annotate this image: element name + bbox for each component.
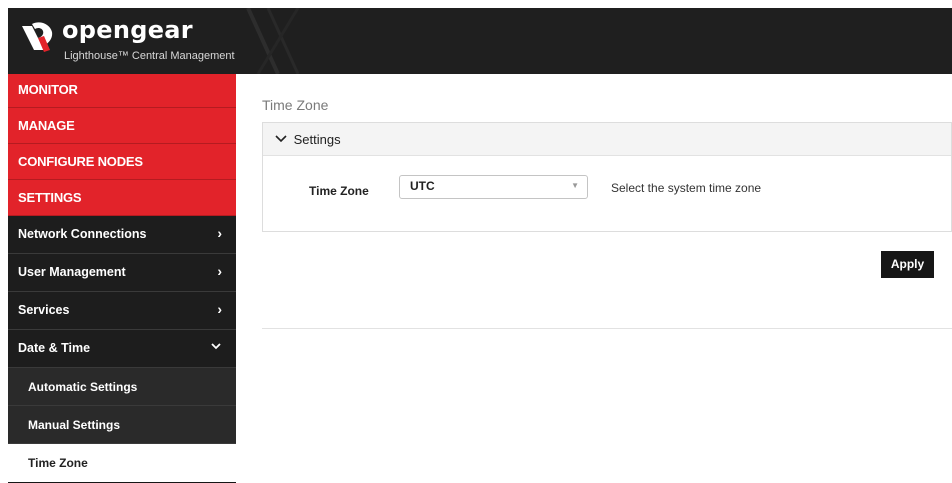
settings-panel-title: Settings xyxy=(293,132,341,147)
nav-settings[interactable]: SETTINGS xyxy=(8,180,236,216)
sidebar-subitem-automatic-settings[interactable]: Automatic Settings xyxy=(8,368,236,406)
nav-label: CONFIGURE NODES xyxy=(18,154,143,169)
select-arrow-icon: ▼ xyxy=(571,181,579,190)
sidebar-subitem-label: Time Zone xyxy=(28,456,88,470)
timezone-select-value: UTC xyxy=(410,179,435,193)
chevron-right-icon: › xyxy=(217,225,222,241)
opengear-logo[interactable]: opengear Lighthouse™ Central Management xyxy=(18,16,248,71)
opengear-logo-icon xyxy=(22,22,53,52)
brand-subtitle: Lighthouse™ Central Management xyxy=(64,50,235,62)
sidebar-subitem-label: Manual Settings xyxy=(28,418,121,432)
sidebar-subitem-time-zone[interactable]: Time Zone xyxy=(8,444,236,482)
sidebar-item-label: Services xyxy=(18,303,70,317)
chevron-right-icon: › xyxy=(217,301,222,317)
sidebar: MONITOR MANAGE CONFIGURE NODES SETTINGS … xyxy=(8,74,236,483)
chevron-down-svg xyxy=(211,343,221,350)
nav-manage[interactable]: MANAGE xyxy=(8,108,236,144)
apply-button[interactable]: Apply xyxy=(881,251,934,278)
sidebar-item-date-time[interactable]: Date & Time xyxy=(8,330,236,368)
sidebar-subitem-label: Automatic Settings xyxy=(28,380,138,394)
sidebar-item-label: Network Connections xyxy=(18,227,147,241)
chevron-right-icon: › xyxy=(217,263,222,279)
chevron-down-icon xyxy=(210,339,222,355)
content-divider xyxy=(262,328,952,329)
timezone-help-text: Select the system time zone xyxy=(611,181,762,195)
chevron-down-icon xyxy=(275,135,287,143)
timezone-select[interactable]: UTC ▼ xyxy=(399,175,588,199)
nav-label: SETTINGS xyxy=(18,190,82,205)
settings-panel: Settings Time Zone UTC ▼ Select the syst… xyxy=(262,122,952,232)
page-title: Time Zone xyxy=(262,97,329,113)
sidebar-subitem-manual-settings[interactable]: Manual Settings xyxy=(8,406,236,444)
sidebar-item-network-connections[interactable]: Network Connections › xyxy=(8,216,236,254)
nav-configure-nodes[interactable]: CONFIGURE NODES xyxy=(8,144,236,180)
nav-label: MANAGE xyxy=(18,118,75,133)
settings-panel-header[interactable]: Settings xyxy=(263,123,951,156)
sidebar-item-label: Date & Time xyxy=(18,341,91,355)
timezone-label: Time Zone xyxy=(309,184,369,198)
nav-monitor[interactable]: MONITOR xyxy=(8,74,236,108)
nav-label: MONITOR xyxy=(18,82,78,97)
sidebar-item-services[interactable]: Services › xyxy=(8,292,236,330)
main-content: Time Zone Settings Time Zone UTC ▼ Selec… xyxy=(236,74,952,483)
brand-name: opengear xyxy=(62,16,193,44)
header-stripes-decoration xyxy=(246,8,300,74)
sidebar-item-user-management[interactable]: User Management › xyxy=(8,254,236,292)
sidebar-item-label: User Management xyxy=(18,265,126,279)
app-header: opengear Lighthouse™ Central Management xyxy=(8,8,952,74)
